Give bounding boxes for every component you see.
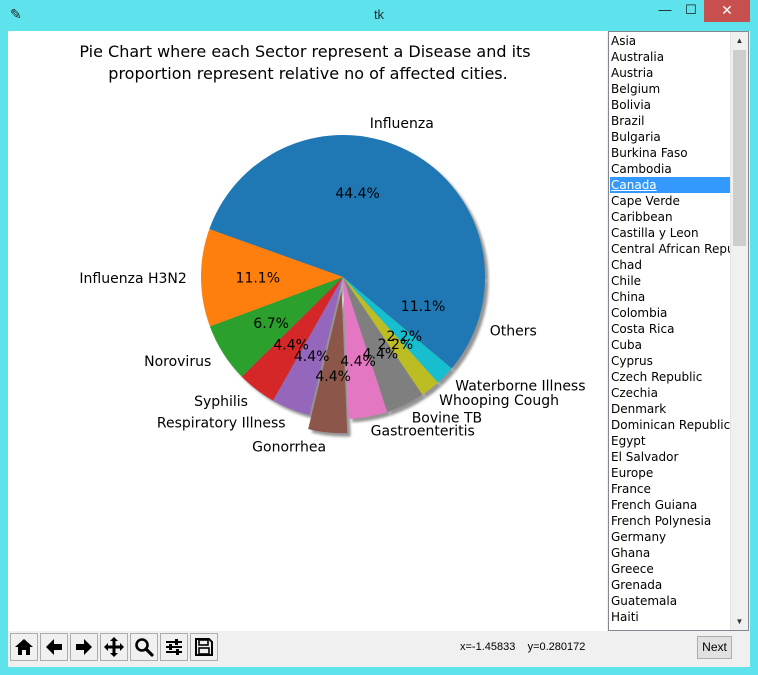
slice-percent-label: 6.7% [253,316,289,332]
country-list-item[interactable]: Australia [610,49,732,65]
country-list-item[interactable]: Chad [610,257,732,273]
slice-label: Whooping Cough [439,393,559,409]
title-bar: ✎ tk — ☐ ✕ [0,0,758,31]
country-list-item[interactable]: Cuba [610,337,732,353]
back-button[interactable] [40,633,68,661]
minimize-button[interactable]: — [652,0,678,22]
country-list-item[interactable]: Czechia [610,385,732,401]
pie-chart: Pie Chart where each Sector represent a … [79,42,585,456]
country-list-item[interactable]: Chile [610,273,732,289]
scroll-down-arrow-icon[interactable]: ▼ [731,613,748,630]
slice-label: Influenza [370,116,434,132]
slice-percent-label: 4.4% [315,369,351,385]
country-list-item[interactable]: Central African Republ [610,241,732,257]
country-list-item[interactable]: Cyprus [610,353,732,369]
slice-percent-label: 4.4% [294,349,330,365]
slice-percent-label: 44.4% [335,186,379,202]
country-list-item[interactable]: Czech Republic [610,369,732,385]
forward-arrow-icon [76,639,92,655]
country-list: Asia Australia Austria Belgium Bolivia Brazil… [610,33,732,629]
slice-percent-label: 11.1% [401,299,445,315]
plot-canvas[interactable]: Pie Chart where each Sector represent a … [8,31,607,631]
chart-title-line-2: proportion represent relative no of affe… [108,64,507,83]
slice-label: Gonorrhea [252,440,326,456]
country-list-item[interactable]: Colombia [610,305,732,321]
slice-label: Waterborne Illness [455,379,585,395]
country-list-item[interactable]: Bulgaria [610,129,732,145]
window-title: tk [373,7,385,22]
country-list-item[interactable]: Europe [610,465,732,481]
country-list-item[interactable]: Greece [610,561,732,577]
country-list-item[interactable]: Ghana [610,545,732,561]
country-list-item[interactable]: Canada [610,177,732,193]
slice-label: Bovine TB [412,410,482,426]
slice-percent-label: 2.2% [386,329,422,345]
chart-title-line-1: Pie Chart where each Sector represent a … [79,42,530,61]
slice-label: Syphilis [194,394,248,410]
home-icon [15,639,33,655]
pan-button[interactable] [100,633,128,661]
scroll-up-arrow-icon[interactable]: ▲ [731,32,748,49]
listbox-scrollbar[interactable]: ▲ ▼ [730,32,748,630]
pan-icon [104,637,124,657]
country-list-item[interactable]: Costa Rica [610,321,732,337]
country-list-item[interactable]: Cambodia [610,161,732,177]
slice-label: Respiratory Illness [157,415,286,431]
maximize-button[interactable]: ☐ [678,0,704,22]
configure-subplots-icon [166,639,182,655]
country-list-item[interactable]: Bolivia [610,97,732,113]
save-icon [195,638,213,656]
navigation-toolbar: x=-1.45833 y=0.280172 Next [8,631,750,667]
country-list-item[interactable]: Dominican Republic [610,417,732,433]
country-list-item[interactable]: Guatemala [610,593,732,609]
country-list-item[interactable]: Castilla y Leon [610,225,732,241]
back-arrow-icon [46,639,62,655]
country-list-item[interactable]: Austria [610,65,732,81]
cursor-coordinates: x=-1.45833 y=0.280172 [460,641,586,653]
country-list-item[interactable]: Germany [610,529,732,545]
country-list-item[interactable]: Brazil [610,113,732,129]
country-list-item[interactable]: Denmark [610,401,732,417]
country-list-item[interactable]: French Guiana [610,497,732,513]
zoom-icon [135,638,154,657]
slice-label: Others [490,324,537,340]
slice-label: Norovirus [144,354,211,370]
scrollbar-thumb[interactable] [733,50,746,246]
country-list-item[interactable]: El Salvador [610,449,732,465]
close-button[interactable]: ✕ [704,0,750,22]
window-client-area: Pie Chart where each Sector represent a … [8,31,750,667]
country-list-item[interactable]: Asia [610,33,732,49]
country-list-item[interactable]: China [610,289,732,305]
configure-subplots-button[interactable] [160,633,188,661]
country-list-item[interactable]: Belgium [610,81,732,97]
slice-label: Influenza H3N2 [79,271,186,287]
country-list-item[interactable]: Haiti [610,609,732,625]
save-button[interactable] [190,633,218,661]
country-listbox[interactable]: Asia Australia Austria Belgium Bolivia Brazil… [608,31,749,631]
home-button[interactable] [10,633,38,661]
country-list-item[interactable]: Egypt [610,433,732,449]
forward-button[interactable] [70,633,98,661]
next-button[interactable]: Next [697,636,732,659]
slice-percent-label: 11.1% [236,271,280,287]
country-list-item[interactable]: French Polynesia [610,513,732,529]
country-list-item[interactable]: France [610,481,732,497]
country-list-item[interactable]: Grenada [610,577,732,593]
zoom-button[interactable] [130,633,158,661]
country-list-item[interactable]: Cape Verde [610,193,732,209]
country-list-item[interactable]: Caribbean [610,209,732,225]
country-list-item[interactable]: Burkina Faso [610,145,732,161]
